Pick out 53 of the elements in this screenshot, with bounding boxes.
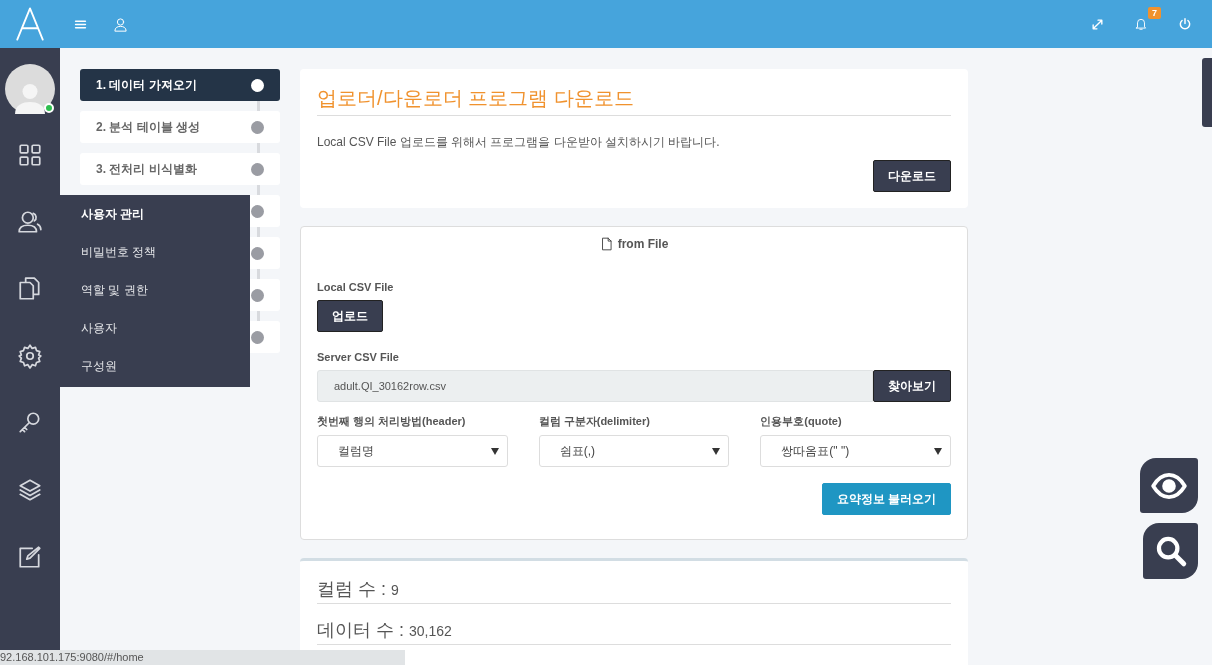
wizard-step[interactable]: 2. 분석 테이블 생성 [80, 111, 280, 143]
menu-icon [74, 17, 87, 31]
grid-icon [17, 142, 43, 168]
status-bar-url: 92.168.101.175:9080/#/home [0, 650, 405, 665]
file-path-field[interactable]: adult.QI_30162row.csv [317, 370, 873, 402]
menu-item[interactable]: 역할 및 권한 [60, 271, 250, 309]
caret-icon [934, 447, 942, 455]
online-status-dot [44, 103, 54, 113]
edit-icon [17, 544, 43, 570]
avatar[interactable] [5, 64, 55, 114]
users-icon [17, 209, 43, 235]
dropdown[interactable]: 쉼표(,) [538, 435, 730, 467]
power-icon [1178, 17, 1192, 31]
description-text: Local CSV File 업로드를 위해서 프로그램을 다운받아 설치하시기 바랍니다. [317, 134, 721, 151]
field-label: 인용부호(quote) [760, 414, 843, 429]
upload-button[interactable]: 업로드 [317, 300, 383, 332]
browse-button[interactable]: 찾아보기 [873, 370, 951, 402]
dropdown[interactable]: 컬럼명 [317, 435, 508, 467]
notification-count: 7 [1148, 7, 1161, 19]
caret-icon [490, 447, 499, 455]
logo-letter-icon [13, 7, 47, 41]
menu-item[interactable]: 구성원 [60, 347, 250, 385]
documents-nav-button[interactable] [17, 276, 43, 302]
settings-nav-button[interactable] [17, 343, 43, 369]
settings-icon [17, 343, 43, 369]
bell-icon [1134, 17, 1148, 31]
card-title: from File [617, 237, 669, 251]
stat-text: 데이터 수 : 30,162 [317, 618, 951, 645]
caret-icon [712, 447, 721, 455]
field-label: Server CSV File [317, 351, 400, 363]
users-nav-button[interactable] [17, 209, 43, 235]
layers-nav-button[interactable] [17, 477, 43, 503]
expand-arrows-icon [1091, 17, 1104, 31]
stat-text: 컬럼 수 : 9 [317, 577, 951, 604]
menu-item[interactable]: 사용자 관리 [60, 195, 250, 233]
section-title: 업로더/다운로더 프로그램 다운로드 [317, 85, 951, 116]
download-button[interactable]: 다운로드 [873, 160, 951, 192]
wizard-step[interactable]: 1. 데이터 가져오기 [80, 69, 280, 101]
edit-nav-button[interactable] [17, 544, 43, 570]
dashboard-nav-button[interactable] [17, 142, 43, 168]
field-label: 컬럼 구분자(delimiter) [538, 414, 651, 429]
user-icon [113, 16, 128, 32]
file-icon [599, 237, 614, 251]
view-button[interactable] [1140, 458, 1198, 513]
menu-item[interactable]: 비밀번호 정책 [60, 233, 250, 271]
layers-icon [17, 477, 43, 503]
search-button[interactable] [1143, 523, 1198, 579]
documents-icon [17, 276, 43, 302]
field-label: 첫번째 행의 처리방법(header) [317, 414, 467, 429]
dropdown[interactable]: 쌍따옴표(" ") [760, 435, 951, 467]
menu-item[interactable]: 사용자 [60, 309, 250, 347]
field-label: Local CSV File [317, 281, 395, 293]
wizard-step[interactable]: 3. 전처리 비식별화 [80, 153, 280, 185]
